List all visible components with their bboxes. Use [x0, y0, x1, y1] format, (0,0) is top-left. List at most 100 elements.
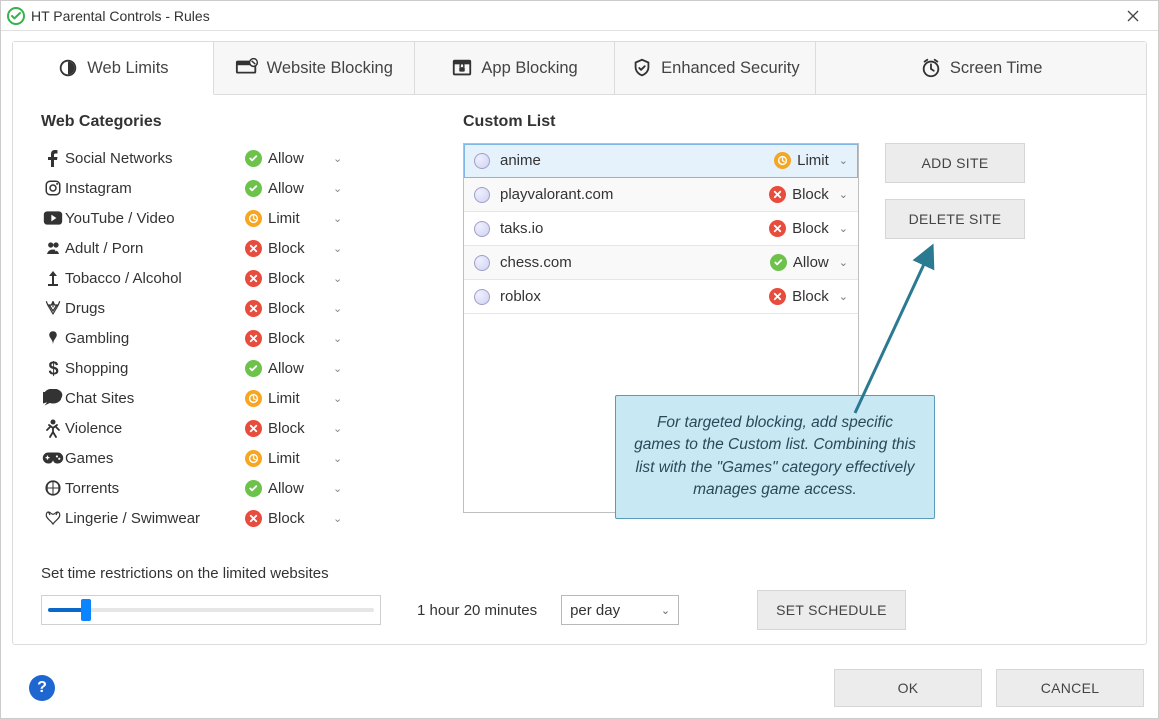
category-label: YouTube / Video	[65, 210, 245, 227]
category-row: GamblingBlock⌄	[41, 323, 421, 353]
status-text: Block	[268, 330, 305, 347]
site-status-dropdown[interactable]: Block ⌄	[769, 288, 848, 305]
chevron-down-icon: ⌄	[333, 482, 342, 495]
chevron-down-icon: ⌄	[333, 452, 342, 465]
limit-status-icon	[245, 450, 262, 467]
ok-button[interactable]: OK	[834, 669, 982, 707]
custom-list-row[interactable]: robloxBlock⌄	[464, 280, 858, 314]
tab-enhanced-security[interactable]: Enhanced Security	[615, 42, 816, 95]
category-status-dropdown[interactable]: Limit	[245, 210, 327, 227]
category-label: Gambling	[65, 330, 245, 347]
chevron-down-icon: ⌄	[333, 512, 342, 525]
block-status-icon	[245, 420, 262, 437]
tab-label: Website Blocking	[267, 59, 393, 78]
help-button[interactable]: ?	[29, 675, 55, 701]
allow-status-icon	[245, 180, 262, 197]
allow-status-icon	[245, 360, 262, 377]
category-icon	[41, 509, 65, 527]
tab-website-blocking[interactable]: Website Blocking	[214, 42, 415, 95]
site-status-dropdown[interactable]: Allow⌄	[770, 254, 848, 271]
cancel-button[interactable]: CANCEL	[996, 669, 1144, 707]
titlebar: HT Parental Controls - Rules	[1, 1, 1158, 31]
close-button[interactable]	[1114, 5, 1152, 27]
custom-list-row[interactable]: taks.ioBlock⌄	[464, 212, 858, 246]
chevron-down-icon: ⌄	[333, 152, 342, 165]
category-icon	[41, 479, 65, 497]
category-status-dropdown[interactable]: Block	[245, 330, 327, 347]
chevron-down-icon: ⌄	[839, 256, 848, 269]
category-row: TorrentsAllow⌄	[41, 473, 421, 503]
site-status-dropdown[interactable]: Block⌄	[769, 186, 848, 203]
chevron-down-icon: ⌄	[333, 362, 342, 375]
site-icon	[474, 153, 490, 169]
custom-list-row[interactable]: anime Limit ⌄	[464, 144, 858, 178]
tab-label: Screen Time	[950, 59, 1043, 78]
site-status-dropdown[interactable]: Limit ⌄	[774, 152, 848, 169]
category-status-dropdown[interactable]: Limit	[245, 450, 327, 467]
category-list: Social NetworksAllow⌄InstagramAllow⌄YouT…	[41, 143, 421, 533]
tab-screen-time[interactable]: Screen Time	[816, 42, 1146, 95]
per-period-select[interactable]: per day ⌄	[561, 595, 679, 625]
status-text: Limit	[268, 210, 300, 227]
category-label: Instagram	[65, 180, 245, 197]
category-status-dropdown[interactable]: Allow	[245, 150, 327, 167]
chevron-down-icon: ⌄	[839, 188, 848, 201]
site-icon	[474, 255, 490, 271]
time-slider[interactable]	[41, 595, 381, 625]
chevron-down-icon: ⌄	[333, 242, 342, 255]
category-status-dropdown[interactable]: Block	[245, 420, 327, 437]
status-text: Block	[268, 420, 305, 437]
site-status-dropdown[interactable]: Block⌄	[769, 220, 848, 237]
site-label: playvalorant.com	[500, 186, 769, 203]
status-text: Limit	[797, 152, 829, 169]
category-row: Chat SitesLimit⌄	[41, 383, 421, 413]
window-title: HT Parental Controls - Rules	[31, 8, 210, 24]
category-label: Tobacco / Alcohol	[65, 270, 245, 287]
tab-web-limits[interactable]: Web Limits	[13, 42, 214, 95]
block-status-icon	[245, 330, 262, 347]
category-status-dropdown[interactable]: Block	[245, 510, 327, 527]
shield-icon	[631, 57, 653, 79]
site-icon	[474, 187, 490, 203]
category-status-dropdown[interactable]: Allow	[245, 360, 327, 377]
category-icon	[41, 149, 65, 167]
status-text: Allow	[268, 480, 304, 497]
chevron-down-icon: ⌄	[333, 392, 342, 405]
category-icon	[41, 239, 65, 257]
delete-site-button[interactable]: DELETE SITE	[885, 199, 1025, 239]
chevron-down-icon: ⌄	[839, 154, 848, 167]
per-period-value: per day	[570, 602, 620, 619]
custom-list-row[interactable]: playvalorant.comBlock⌄	[464, 178, 858, 212]
category-status-dropdown[interactable]: Block	[245, 270, 327, 287]
category-status-dropdown[interactable]: Limit	[245, 390, 327, 407]
set-schedule-button[interactable]: SET SCHEDULE	[757, 590, 906, 630]
limit-status-icon	[774, 152, 791, 169]
category-row: GamesLimit⌄	[41, 443, 421, 473]
tab-label: App Blocking	[481, 59, 577, 78]
category-icon	[41, 450, 65, 466]
category-status-dropdown[interactable]: Allow	[245, 480, 327, 497]
chevron-down-icon: ⌄	[333, 302, 342, 315]
add-site-button[interactable]: ADD SITE	[885, 143, 1025, 183]
category-row: InstagramAllow⌄	[41, 173, 421, 203]
status-text: Block	[268, 240, 305, 257]
chevron-down-icon: ⌄	[839, 290, 848, 303]
category-status-dropdown[interactable]: Block	[245, 240, 327, 257]
svg-text:$: $	[48, 358, 58, 378]
limit-status-icon	[245, 210, 262, 227]
block-status-icon	[245, 270, 262, 287]
category-label: Lingerie / Swimwear	[65, 510, 245, 527]
chevron-down-icon: ⌄	[333, 422, 342, 435]
block-status-icon	[245, 510, 262, 527]
category-status-dropdown[interactable]: Allow	[245, 180, 327, 197]
category-row: Lingerie / SwimwearBlock ⌄	[41, 503, 421, 533]
category-row: DrugsBlock⌄	[41, 293, 421, 323]
category-label: Shopping	[65, 360, 245, 377]
custom-list-row[interactable]: chess.comAllow⌄	[464, 246, 858, 280]
category-status-dropdown[interactable]: Block	[245, 300, 327, 317]
status-text: Block	[792, 288, 829, 305]
site-label: anime	[500, 152, 774, 169]
clock-icon	[920, 57, 942, 79]
tab-app-blocking[interactable]: App Blocking	[415, 42, 616, 95]
status-text: Limit	[268, 450, 300, 467]
